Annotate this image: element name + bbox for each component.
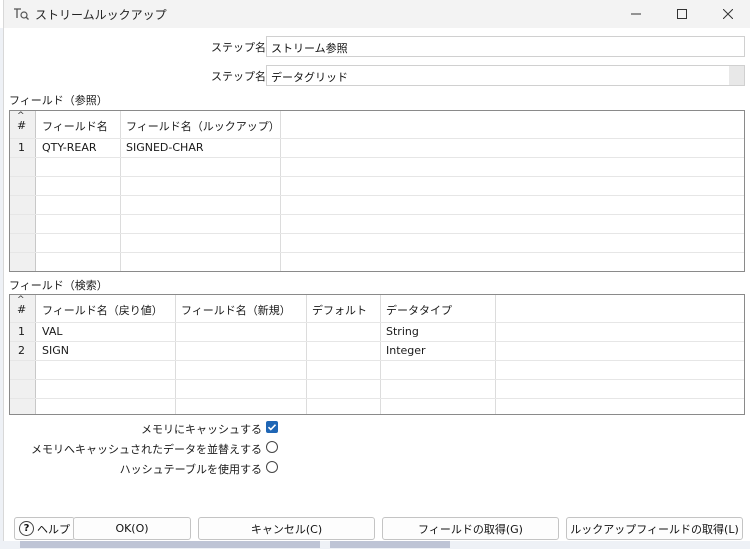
retrieve-fields-label: フィールド（検索） xyxy=(9,279,108,292)
column-header-data-type[interactable]: データタイプ xyxy=(386,302,452,318)
cancel-button[interactable]: キャンセル(C) xyxy=(198,517,375,540)
step-name-input[interactable]: ストリーム参照 xyxy=(266,36,745,57)
checkmark-icon xyxy=(267,424,277,431)
field-name-cell[interactable]: QTY-REAR xyxy=(42,141,97,154)
get-lookup-fields-button[interactable]: ルックアップフィールドの取得(L) xyxy=(566,517,743,540)
data-type-cell[interactable]: String xyxy=(386,325,419,338)
help-button-label: ヘルプ xyxy=(37,522,70,536)
help-button[interactable]: ? ヘルプ xyxy=(14,517,75,540)
column-header-new-field-name[interactable]: フィールド名（新規） xyxy=(181,302,291,318)
ok-button[interactable]: OK(O) xyxy=(73,517,191,540)
column-header-field-name[interactable]: フィールド名 xyxy=(42,118,108,134)
help-icon: ? xyxy=(19,521,34,536)
maximize-icon xyxy=(677,9,687,19)
window-title: ストリームルックアップ xyxy=(35,8,167,22)
use-hashtable-label: ハッシュテーブルを使用する xyxy=(119,463,262,476)
return-field-cell[interactable]: SIGN xyxy=(42,344,69,357)
lookup-field-cell[interactable]: SIGNED-CHAR xyxy=(126,141,204,154)
column-header-return-field-name[interactable]: フィールド名（戻り値） xyxy=(42,302,163,318)
title-bar: ストリームルックアップ xyxy=(4,0,750,28)
cache-in-memory-checkbox[interactable] xyxy=(266,421,278,433)
use-hashtable-radio[interactable] xyxy=(266,461,278,473)
row-number: 2 xyxy=(18,344,25,357)
source-step-value: データグリッド xyxy=(271,71,348,84)
row-number: 1 xyxy=(18,141,25,154)
maximize-button[interactable] xyxy=(659,0,705,28)
row-number: 1 xyxy=(18,325,25,338)
column-header-lookup-field-name[interactable]: フィールド名（ルックアップ） xyxy=(126,118,280,134)
minimize-button[interactable] xyxy=(613,0,659,28)
close-button[interactable] xyxy=(705,0,750,28)
reference-fields-label: フィールド（参照） xyxy=(9,94,108,107)
get-fields-button-label: フィールドの取得(G) xyxy=(418,522,523,536)
reference-fields-table[interactable]: ^ # フィールド名 フィールド名（ルックアップ） 1 QTY-REAR SIG… xyxy=(9,110,745,272)
column-header-default[interactable]: デフォルト xyxy=(312,302,367,318)
get-lookup-fields-button-label: ルックアップフィールドの取得(L) xyxy=(570,522,739,536)
background-app-strip xyxy=(0,540,750,549)
column-header-number[interactable]: # xyxy=(17,303,26,316)
sort-cached-data-radio[interactable] xyxy=(266,441,278,453)
cancel-button-label: キャンセル(C) xyxy=(250,522,323,536)
source-step-label: ステップ名 xyxy=(211,70,266,83)
cache-in-memory-label: メモリにキャッシュする xyxy=(141,423,262,436)
stream-lookup-icon xyxy=(14,8,29,20)
row-number-column xyxy=(10,111,36,271)
dropdown-arrow-icon[interactable] xyxy=(729,66,744,85)
column-header-number[interactable]: # xyxy=(17,119,26,132)
source-step-select[interactable]: データグリッド xyxy=(266,65,745,86)
data-type-cell[interactable]: Integer xyxy=(386,344,426,357)
return-field-cell[interactable]: VAL xyxy=(42,325,62,338)
sort-cached-data-label: メモリへキャッシュされたデータを並替えする xyxy=(31,443,262,456)
step-name-label: ステップ名 xyxy=(211,41,266,54)
minimize-icon xyxy=(631,13,641,15)
ok-button-label: OK(O) xyxy=(115,522,149,535)
retrieve-fields-table[interactable]: ^ # フィールド名（戻り値） フィールド名（新規） デフォルト データタイプ … xyxy=(9,294,745,415)
close-icon xyxy=(723,9,733,19)
stream-lookup-dialog: ストリームルックアップ ステップ名 ストリーム参照 ステップ名 データグリッド … xyxy=(3,0,750,541)
get-fields-button[interactable]: フィールドの取得(G) xyxy=(382,517,559,540)
